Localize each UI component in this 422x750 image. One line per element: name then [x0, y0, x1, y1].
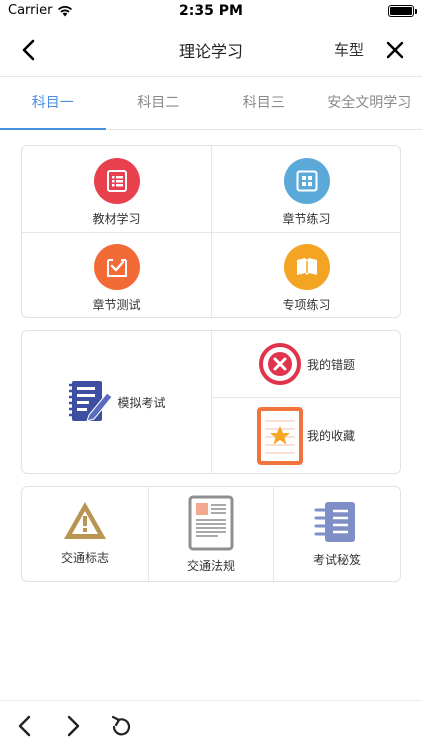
- battery-icon: [388, 5, 417, 17]
- clock: 2:35 PM: [179, 3, 243, 19]
- wrong-questions-label: 我的错题: [306, 357, 355, 372]
- navigation-bar: 理论学习 车型: [0, 22, 422, 77]
- reload-icon: [111, 715, 131, 736]
- exam-tips-button[interactable]: 考试秘笈: [274, 499, 400, 568]
- special-practice-button[interactable]: 专项练习: [212, 244, 401, 313]
- exam-card: 模拟考试 我的错题 我的收藏: [21, 330, 401, 474]
- traffic-signs-button[interactable]: 交通标志: [22, 499, 148, 566]
- favorites-button[interactable]: 我的收藏: [212, 398, 400, 473]
- favorites-label: 我的收藏: [306, 429, 355, 443]
- back-arrow-icon: [18, 715, 31, 737]
- mock-exam-icon: [69, 381, 114, 422]
- mock-exam-label: 模拟考试: [117, 395, 166, 410]
- status-bar: Carrier 2:35 PM: [0, 0, 422, 22]
- chapter-practice-icon: [283, 158, 330, 204]
- tab-subject-three[interactable]: 科目三: [211, 78, 317, 129]
- favorites-icon: [256, 406, 303, 465]
- exam-tips-label: 考试秘笈: [312, 553, 361, 567]
- resources-card: 交通标志 交通法规 考试秘笈: [21, 486, 401, 582]
- forward-arrow-icon: [67, 715, 80, 737]
- study-grid-card: 教材学习 章节练习 章节测试 专项练习: [21, 145, 401, 318]
- special-practice-label: 专项练习: [282, 298, 331, 312]
- chapter-test-button[interactable]: 章节测试: [22, 244, 211, 313]
- exam-tips-icon: [314, 502, 355, 542]
- traffic-laws-label: 交通法规: [186, 559, 235, 573]
- browser-forward-button[interactable]: [60, 713, 86, 739]
- traffic-law-icon: [188, 495, 234, 551]
- browser-back-button[interactable]: [12, 713, 38, 739]
- close-icon: [386, 41, 404, 59]
- textbook-icon: [93, 158, 140, 204]
- traffic-sign-icon: [64, 502, 106, 539]
- close-button[interactable]: [380, 35, 410, 65]
- tab-safety-study[interactable]: 安全文明学习: [317, 78, 422, 129]
- chapter-practice-button[interactable]: 章节练习: [212, 158, 401, 227]
- wrong-answer-icon: [258, 343, 301, 385]
- chapter-practice-label: 章节练习: [282, 212, 331, 226]
- mock-exam-button[interactable]: 模拟考试: [22, 331, 211, 473]
- reload-button[interactable]: [108, 713, 134, 739]
- traffic-laws-button[interactable]: 交通法规: [149, 495, 273, 574]
- bottom-toolbar: [0, 700, 422, 750]
- special-practice-icon: [283, 244, 330, 290]
- chapter-test-label: 章节测试: [92, 298, 141, 312]
- wrong-questions-button[interactable]: 我的错题: [212, 331, 400, 397]
- car-type-button[interactable]: 车型: [334, 39, 364, 60]
- chapter-test-icon: [93, 244, 140, 290]
- textbook-study-button[interactable]: 教材学习: [22, 158, 211, 227]
- subject-tabs: 科目一 科目二 科目三 安全文明学习: [0, 78, 422, 130]
- tab-subject-two[interactable]: 科目二: [106, 78, 212, 129]
- textbook-study-label: 教材学习: [92, 212, 141, 226]
- traffic-signs-label: 交通标志: [60, 551, 109, 565]
- tab-subject-one[interactable]: 科目一: [0, 78, 106, 130]
